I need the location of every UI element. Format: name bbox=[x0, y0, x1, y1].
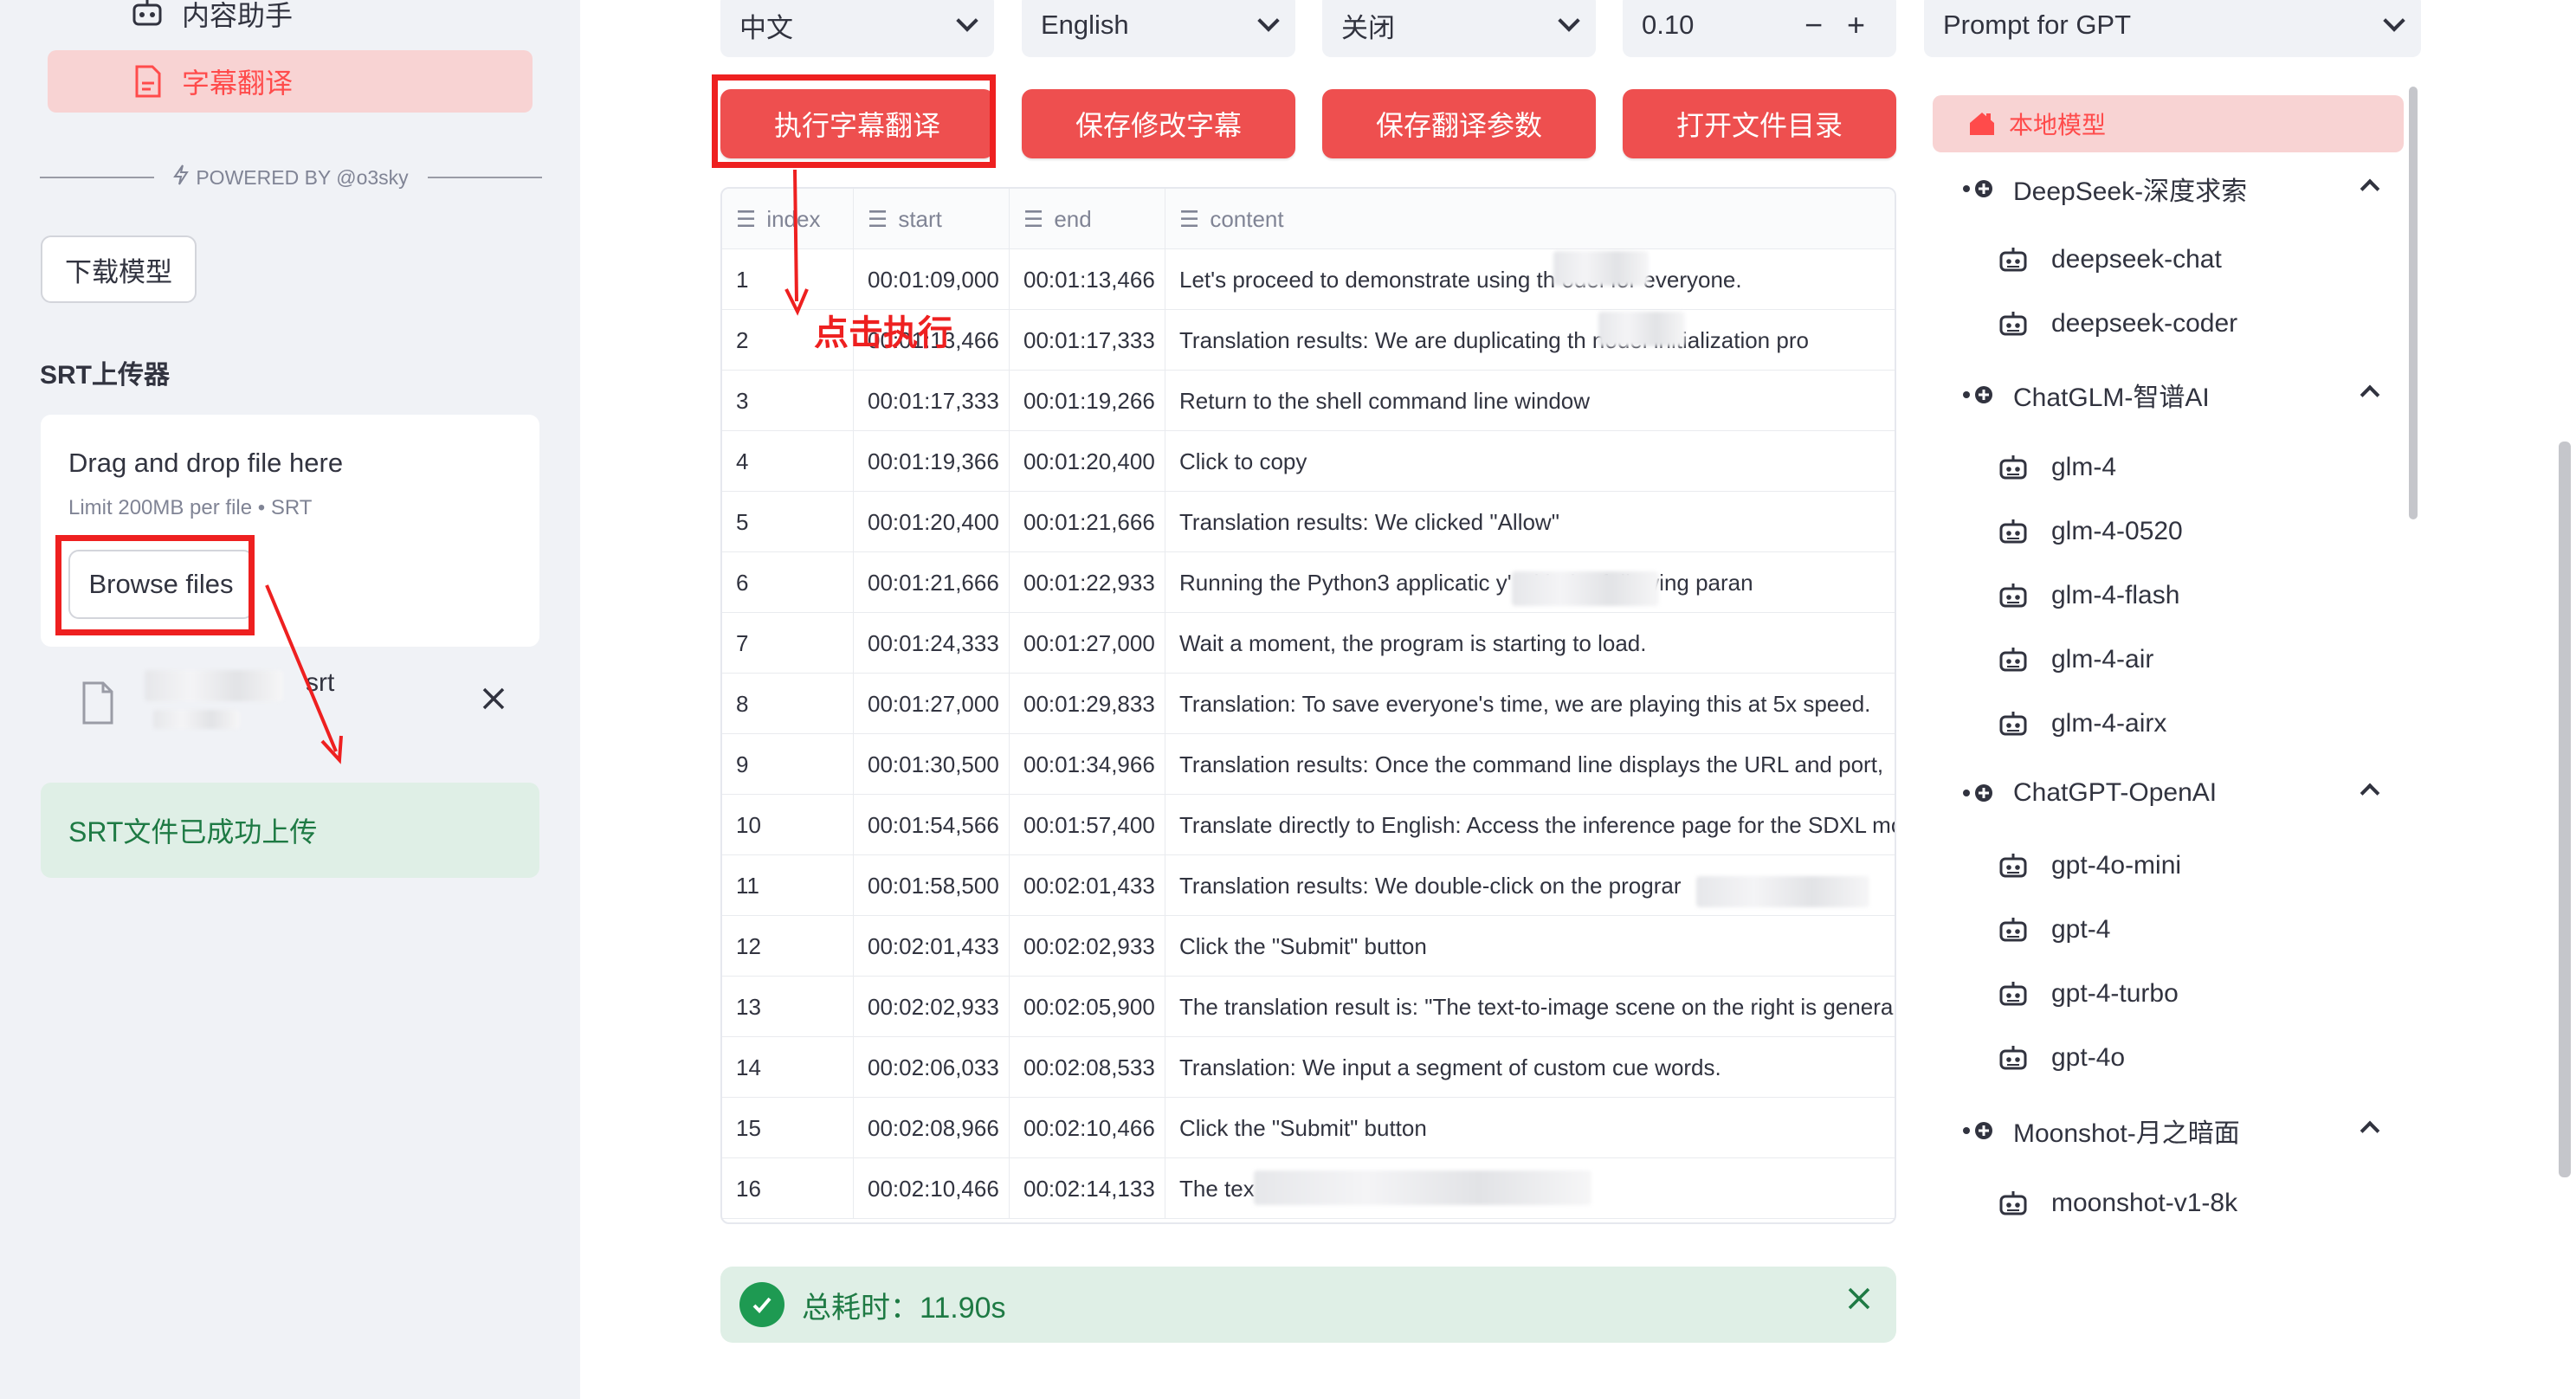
annotation-arrows bbox=[265, 169, 809, 764]
